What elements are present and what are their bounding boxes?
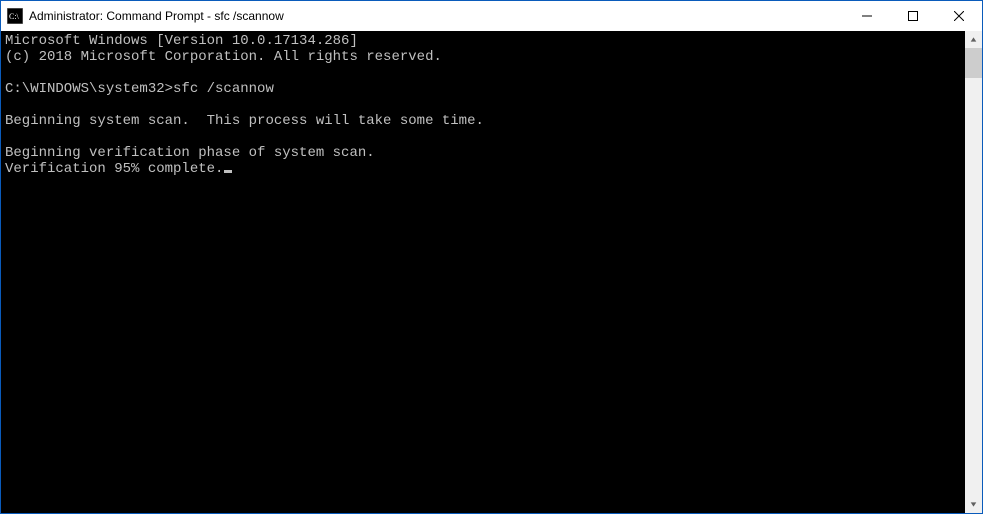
titlebar[interactable]: C:\ Administrator: Command Prompt - sfc … — [1, 1, 982, 31]
minimize-button[interactable] — [844, 1, 890, 31]
window-title: Administrator: Command Prompt - sfc /sca… — [29, 9, 844, 23]
maximize-button[interactable] — [890, 1, 936, 31]
output-line — [5, 97, 961, 113]
scroll-track[interactable] — [965, 48, 982, 496]
cmd-icon: C:\ — [7, 8, 23, 24]
output-line: Beginning system scan. This process will… — [5, 113, 961, 129]
console-area: Microsoft Windows [Version 10.0.17134.28… — [1, 31, 982, 513]
window-controls — [844, 1, 982, 31]
output-line: Beginning verification phase of system s… — [5, 145, 961, 161]
output-line — [5, 65, 961, 81]
output-line: (c) 2018 Microsoft Corporation. All righ… — [5, 49, 961, 65]
prompt-line: C:\WINDOWS\system32>sfc /scannow — [5, 81, 961, 97]
output-line: Verification 95% complete. — [5, 161, 961, 177]
output-line — [5, 129, 961, 145]
scroll-up-button[interactable] — [965, 31, 982, 48]
progress-text: Verification 95% complete. — [5, 161, 223, 177]
command-prompt-window: C:\ Administrator: Command Prompt - sfc … — [0, 0, 983, 514]
close-button[interactable] — [936, 1, 982, 31]
console-output[interactable]: Microsoft Windows [Version 10.0.17134.28… — [1, 31, 965, 513]
svg-text:C:\: C:\ — [9, 12, 20, 21]
scroll-thumb[interactable] — [965, 48, 982, 78]
output-line: Microsoft Windows [Version 10.0.17134.28… — [5, 33, 961, 49]
vertical-scrollbar[interactable] — [965, 31, 982, 513]
scroll-down-button[interactable] — [965, 496, 982, 513]
text-cursor — [224, 170, 232, 173]
